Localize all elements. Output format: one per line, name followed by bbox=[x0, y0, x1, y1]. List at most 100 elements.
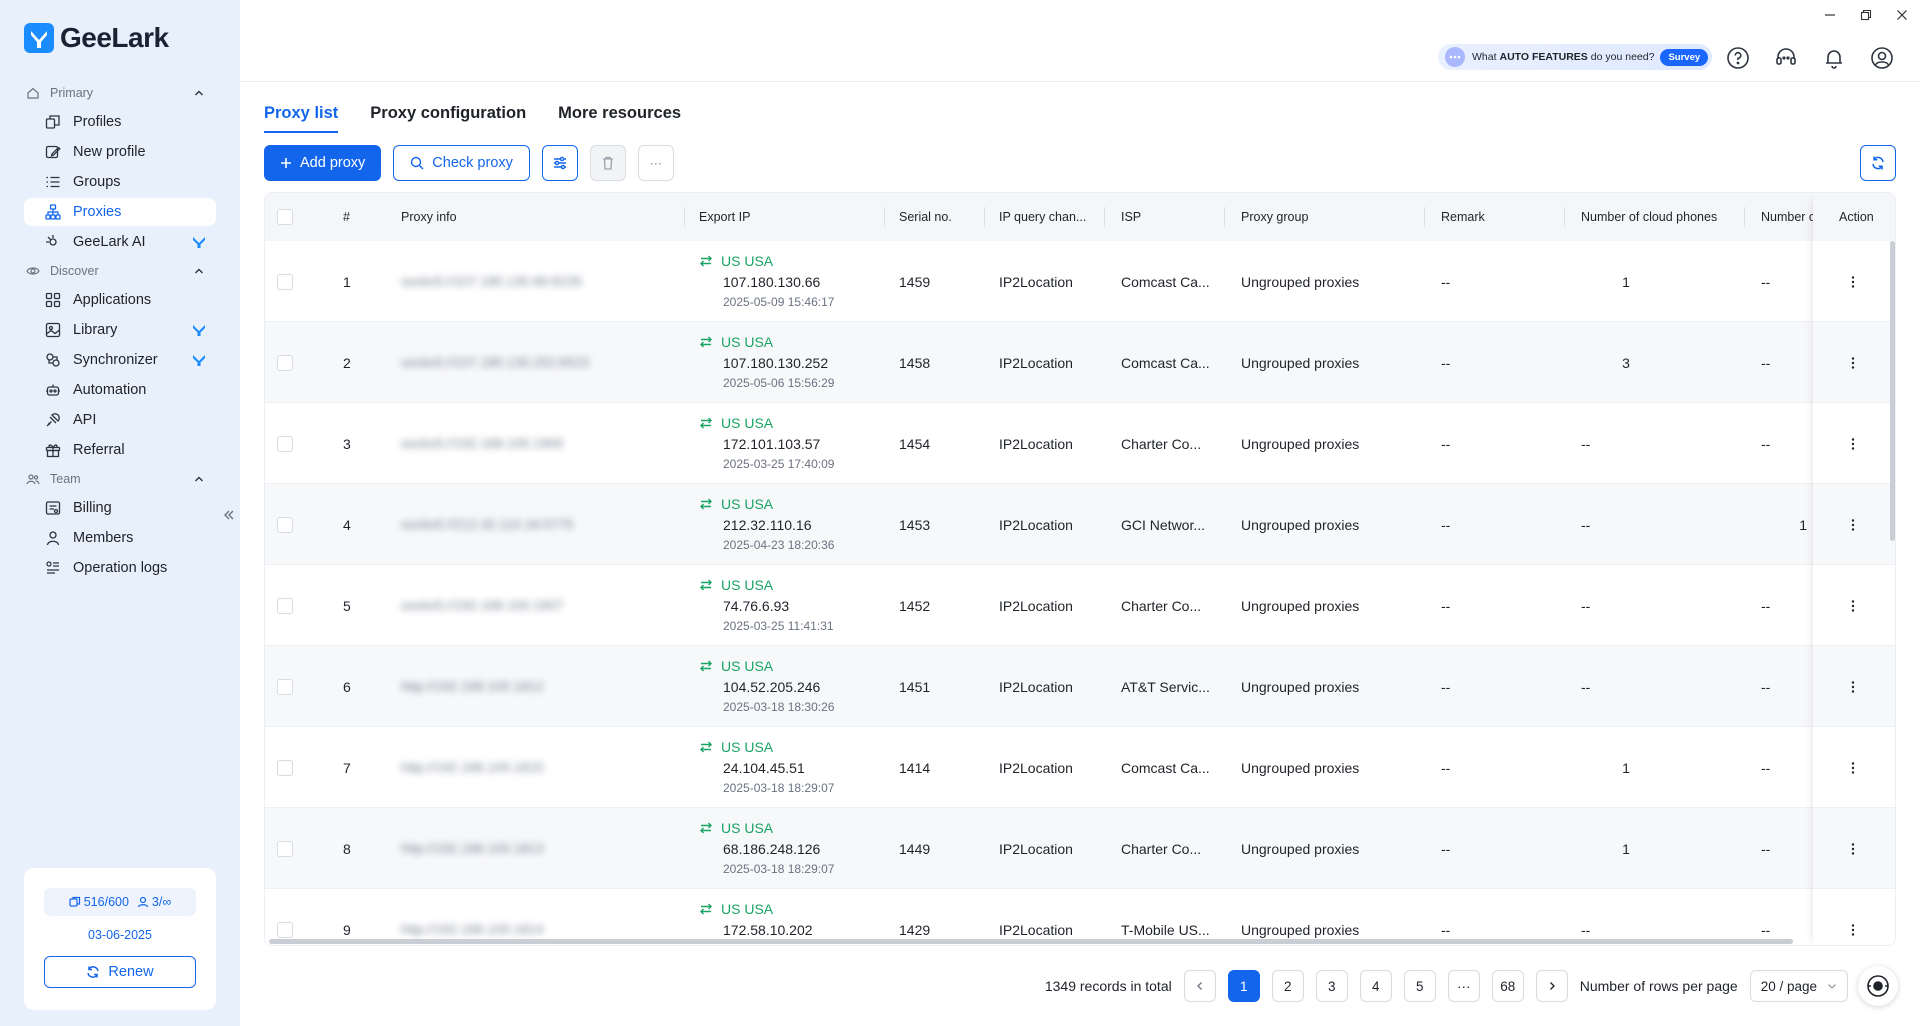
table-row[interactable]: 5 socks5://192.168.100.1907 US USA 74.76… bbox=[265, 565, 1895, 646]
ip-country-row: US USA bbox=[699, 737, 834, 757]
cloud-phones-count[interactable]: 1 bbox=[1581, 727, 1671, 808]
account-avatar-icon[interactable] bbox=[1870, 46, 1894, 70]
cloud-phones-count[interactable]: 3 bbox=[1581, 322, 1671, 403]
sync-icon bbox=[46, 353, 60, 367]
sidebar-item-applications[interactable]: Applications bbox=[24, 286, 216, 314]
action-column-shadow bbox=[1813, 193, 1895, 945]
ip-country: US USA bbox=[721, 658, 774, 674]
prev-page-button[interactable] bbox=[1183, 970, 1216, 1002]
help-icon[interactable] bbox=[1726, 46, 1750, 70]
row-checkbox[interactable] bbox=[277, 273, 293, 290]
horizontal-scrollbar[interactable] bbox=[269, 939, 1793, 944]
page-button-2[interactable]: 2 bbox=[1271, 970, 1304, 1002]
sidebar-item-groups[interactable]: Groups bbox=[24, 168, 216, 196]
nav-section-label: Discover bbox=[50, 264, 99, 278]
renew-button[interactable]: Renew bbox=[44, 956, 196, 988]
assistant-button[interactable] bbox=[1858, 966, 1898, 1006]
row-checkbox[interactable] bbox=[277, 678, 293, 695]
page-ellipsis-button[interactable]: ··· bbox=[1447, 970, 1480, 1002]
row-checkbox[interactable] bbox=[277, 516, 293, 533]
nav-section-discover[interactable]: Discover bbox=[0, 258, 240, 284]
survey-badge[interactable]: Survey bbox=[1660, 48, 1709, 66]
close-window-button[interactable] bbox=[1884, 0, 1920, 30]
sidebar-item-geelark-ai[interactable]: GeeLark AI bbox=[24, 228, 216, 256]
ip-country-row: US USA bbox=[699, 899, 813, 919]
export-ip-address: 212.32.110.16 bbox=[723, 517, 812, 533]
sidebar-item-referral[interactable]: Referral bbox=[24, 436, 216, 464]
table-row[interactable]: 4 socks5://212.32.110.16:5775 US USA 212… bbox=[265, 484, 1895, 565]
sidebar-item-api[interactable]: API bbox=[24, 406, 216, 434]
serial-no: 1452 bbox=[899, 597, 931, 614]
table-row[interactable]: 6 http://192.168.100.1812 US USA 104.52.… bbox=[265, 646, 1895, 727]
sidebar-item-billing[interactable]: Billing bbox=[24, 494, 216, 522]
export-ip-cell: US USA 24.104.45.51 2025-03-18 18:29:07 bbox=[699, 737, 834, 797]
check-proxy-button[interactable]: Check proxy bbox=[393, 145, 530, 181]
row-checkbox[interactable] bbox=[277, 921, 293, 938]
row-checkbox[interactable] bbox=[277, 840, 293, 857]
sidebar-item-automation[interactable]: Automation bbox=[24, 376, 216, 404]
row-checkbox[interactable] bbox=[277, 354, 293, 371]
table-row[interactable]: 3 socks5://192.168.100.1900 US USA 172.1… bbox=[265, 403, 1895, 484]
row-checkbox[interactable] bbox=[277, 597, 293, 614]
cloud-phones-count: -- bbox=[1581, 435, 1591, 452]
table-row[interactable]: 2 socks5://107.180.130.252:6523 US USA 1… bbox=[265, 322, 1895, 403]
collapse-sidebar-icon[interactable] bbox=[222, 508, 236, 522]
survey-banner[interactable]: What AUTO FEATURES do you need? Survey bbox=[1438, 44, 1712, 70]
sidebar-item-library[interactable]: Library bbox=[24, 316, 216, 344]
vertical-scrollbar[interactable] bbox=[1890, 241, 1895, 541]
geelark-tick-icon bbox=[193, 325, 205, 336]
number-o-value: 1 bbox=[1799, 516, 1807, 533]
remark: -- bbox=[1441, 435, 1451, 452]
select-all-checkbox[interactable] bbox=[277, 209, 293, 225]
sidebar-item-profiles[interactable]: Profiles bbox=[24, 108, 216, 136]
table-row[interactable]: 8 http://192.168.100.1813 US USA 68.186.… bbox=[265, 808, 1895, 889]
filter-button[interactable] bbox=[541, 145, 578, 181]
next-page-button[interactable] bbox=[1535, 970, 1568, 1002]
table-row[interactable]: 1 socks5://107.180.130.66:6235 US USA 10… bbox=[265, 241, 1895, 322]
delete-button[interactable] bbox=[589, 145, 626, 181]
sidebar-item-label: API bbox=[73, 412, 97, 428]
proxy-info: socks5://192.168.100.1907 bbox=[401, 598, 564, 613]
tab-proxy-list[interactable]: Proxy list bbox=[264, 104, 339, 133]
cloud-phones-count[interactable]: 1 bbox=[1581, 808, 1671, 889]
rows-per-page-select[interactable]: 20 / page bbox=[1749, 970, 1848, 1002]
page-button-3[interactable]: 3 bbox=[1315, 970, 1348, 1002]
page-button-4[interactable]: 4 bbox=[1359, 970, 1392, 1002]
nav-section-team[interactable]: Team bbox=[0, 466, 240, 492]
survey-text-post: do you need? bbox=[1590, 51, 1655, 63]
row-checkbox-cell bbox=[277, 484, 293, 565]
tab-more-resources[interactable]: More resources bbox=[558, 104, 681, 133]
sidebar-item-synchronizer[interactable]: Synchronizer bbox=[24, 346, 216, 374]
export-ip-cell: US USA 107.180.130.252 2025-05-06 15:56:… bbox=[699, 332, 834, 392]
cloud-phones-count[interactable]: 1 bbox=[1581, 241, 1671, 322]
minimize-button[interactable] bbox=[1812, 0, 1848, 30]
ip-country-row: US USA bbox=[699, 494, 834, 514]
sidebar-item-members[interactable]: Members bbox=[24, 524, 216, 552]
notification-bell-icon[interactable] bbox=[1822, 46, 1846, 70]
row-index: 4 bbox=[343, 516, 351, 533]
ip-query-channel: IP2Location bbox=[999, 840, 1073, 857]
row-checkbox[interactable] bbox=[277, 435, 293, 452]
page-button-1[interactable]: 1 bbox=[1227, 970, 1260, 1002]
tab-proxy-configuration[interactable]: Proxy configuration bbox=[370, 104, 526, 133]
row-checkbox[interactable] bbox=[277, 759, 293, 776]
export-ip-address: 172.58.10.202 bbox=[723, 922, 813, 938]
app-logo[interactable]: GeeLark bbox=[24, 22, 169, 54]
page-button-5[interactable]: 5 bbox=[1403, 970, 1436, 1002]
more-actions-button[interactable]: ··· bbox=[637, 145, 674, 181]
ip-country-row: US USA bbox=[699, 575, 834, 595]
table-row[interactable]: 7 http://192.168.100.1815 US USA 24.104.… bbox=[265, 727, 1895, 808]
table-row[interactable]: 9 http://192.168.100.1814 US USA 172.58.… bbox=[265, 889, 1895, 945]
add-proxy-button[interactable]: Add proxy bbox=[264, 145, 382, 181]
remark: -- bbox=[1441, 354, 1451, 371]
sidebar-item-label: Synchronizer bbox=[73, 352, 158, 368]
refresh-button[interactable] bbox=[1860, 145, 1896, 181]
sidebar-item-new-profile[interactable]: New profile bbox=[24, 138, 216, 166]
restore-button[interactable] bbox=[1848, 0, 1884, 30]
sidebar-item-operation-logs[interactable]: Operation logs bbox=[24, 554, 216, 582]
nav-section-primary[interactable]: Primary bbox=[0, 80, 240, 106]
sidebar-item-proxies[interactable]: Proxies bbox=[24, 198, 216, 226]
customer-service-icon[interactable] bbox=[1774, 46, 1798, 70]
page-button-last[interactable]: 68 bbox=[1491, 970, 1524, 1002]
assistant-icon bbox=[1867, 975, 1889, 997]
